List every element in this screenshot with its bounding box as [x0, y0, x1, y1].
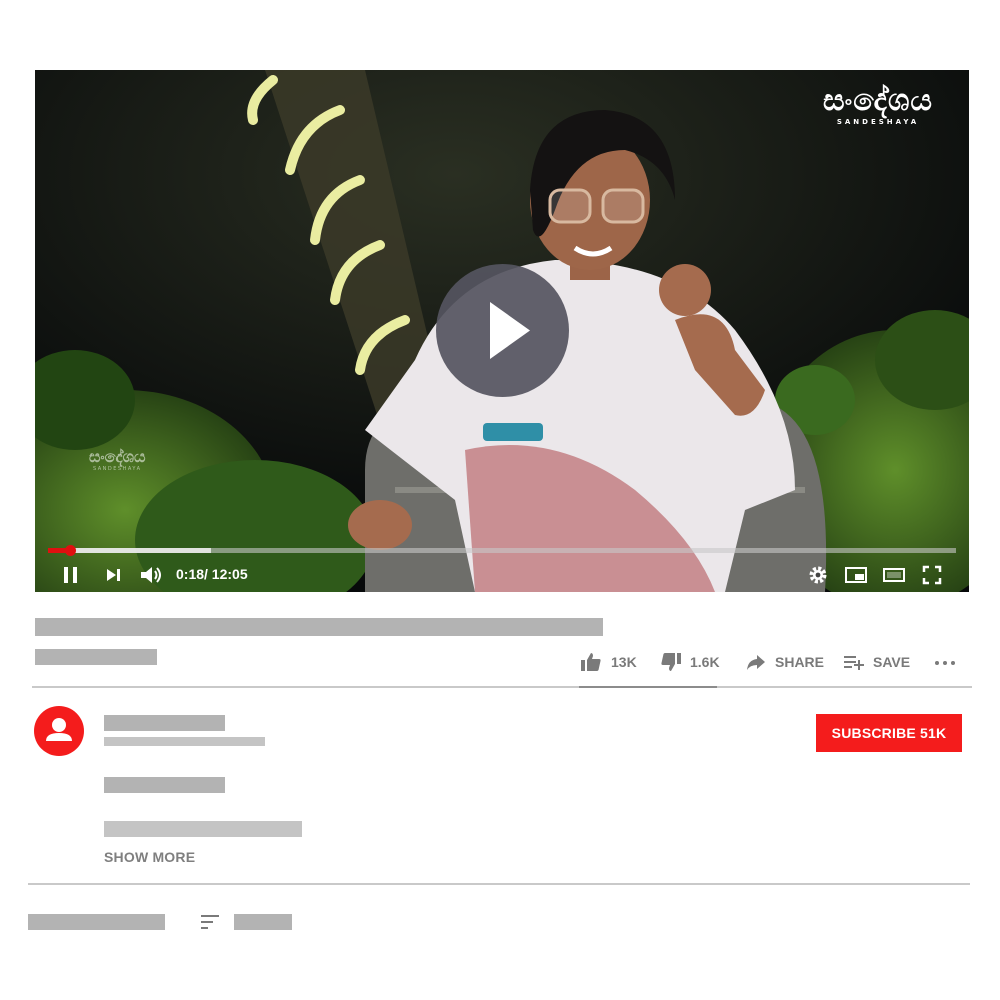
comment-count-placeholder	[28, 914, 165, 930]
channel-avatar[interactable]	[34, 706, 84, 756]
description-line	[104, 821, 302, 837]
theater-mode-icon	[883, 568, 905, 582]
playlist-add-icon	[844, 656, 864, 670]
subscriber-count-placeholder	[104, 737, 265, 746]
like-ratio-bar	[579, 686, 717, 688]
channel-logo-subtext: SANDESHAYA	[836, 118, 920, 126]
time-total: / 12:05	[204, 566, 248, 582]
actions-divider	[32, 686, 972, 688]
sort-by-label-placeholder[interactable]	[234, 914, 292, 930]
volume-button[interactable]	[139, 564, 163, 586]
channel-logo-text: සංදේශය	[823, 83, 933, 118]
thumbs-up-icon	[581, 653, 601, 671]
person-icon	[46, 718, 72, 741]
share-button[interactable]: SHARE	[746, 650, 826, 674]
description-divider	[28, 883, 970, 885]
sort-comments-button[interactable]	[199, 912, 223, 932]
fullscreen-button[interactable]	[921, 564, 943, 586]
sort-icon	[201, 915, 219, 929]
like-button[interactable]: 13K	[580, 650, 640, 674]
more-actions-button[interactable]	[934, 650, 958, 674]
fullscreen-icon	[922, 565, 942, 585]
time-display: 0:18/ 12:05	[176, 566, 248, 582]
miniplayer-icon	[845, 567, 867, 583]
description-line	[104, 777, 225, 793]
progress-bar[interactable]	[48, 545, 956, 556]
like-count: 13K	[611, 654, 637, 670]
volume-icon	[141, 567, 161, 583]
save-button[interactable]: SAVE	[843, 650, 913, 674]
more-horizontal-icon	[935, 661, 955, 665]
dislike-button[interactable]: 1.6K	[660, 650, 720, 674]
pause-button[interactable]	[62, 564, 80, 586]
share-label: SHARE	[775, 654, 825, 670]
view-count-placeholder	[35, 649, 157, 665]
video-player[interactable]: සංදේශය SANDESHAYA සංදේශය SANDESHAYA 0:18…	[35, 70, 969, 592]
theater-mode-button[interactable]	[882, 564, 906, 586]
play-button[interactable]	[436, 264, 569, 397]
time-current: 0:18	[176, 566, 205, 582]
skip-next-icon	[107, 569, 120, 581]
watermark-logo-text: සංදේශය	[89, 447, 146, 466]
miniplayer-button[interactable]	[844, 564, 868, 586]
settings-button[interactable]	[807, 564, 829, 586]
dislike-count: 1.6K	[690, 654, 720, 670]
show-more-button[interactable]: SHOW MORE	[104, 849, 195, 865]
play-icon	[490, 302, 530, 359]
save-label: SAVE	[873, 654, 911, 670]
video-title-placeholder	[35, 618, 603, 636]
pause-icon	[64, 567, 77, 583]
watermark-logo-subtext: SANDESHAYA	[93, 466, 142, 472]
progress-scrubber[interactable]	[64, 545, 76, 556]
next-button[interactable]	[104, 564, 124, 586]
channel-logo: සංදේශය SANDESHAYA	[823, 83, 933, 127]
gear-icon	[809, 566, 827, 584]
channel-name-placeholder[interactable]	[104, 715, 225, 731]
share-icon	[747, 655, 765, 670]
watermark-logo: සංදේශය SANDESHAYA	[89, 447, 146, 473]
subscribe-button[interactable]: SUBSCRIBE 51K	[816, 714, 962, 752]
thumbs-down-icon	[661, 653, 681, 671]
